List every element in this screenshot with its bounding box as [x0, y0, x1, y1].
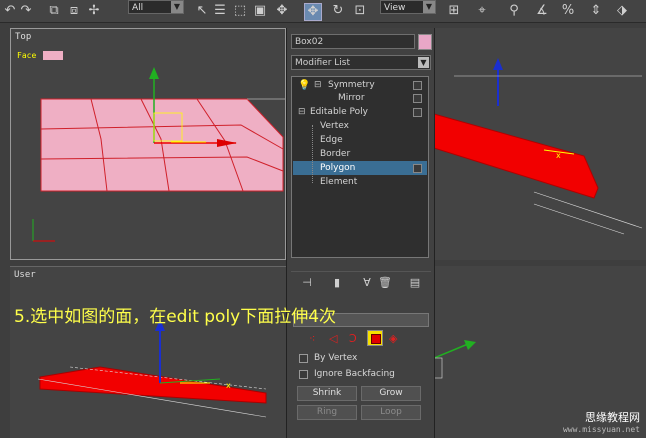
viewport-perspective[interactable]: x	[434, 28, 646, 260]
configure-modifier-sets-icon[interactable]: ▤	[407, 275, 423, 291]
border-level-icon[interactable]: Ↄ	[349, 332, 357, 345]
rectangular-selection-icon[interactable]: ⬚	[232, 3, 248, 19]
stack-item-symmetry[interactable]: Symmetry	[328, 79, 375, 92]
symmetry-toggle[interactable]	[413, 81, 422, 90]
stack-item-border[interactable]: Border	[320, 148, 350, 161]
stack-item-polygon[interactable]: Polygon	[320, 162, 355, 175]
vertex-level-icon[interactable]: ⁖	[309, 332, 315, 345]
by-vertex-checkbox[interactable]	[299, 354, 308, 363]
undo-icon[interactable]: ↶	[2, 3, 18, 19]
unlink-icon[interactable]: ⧈	[66, 3, 82, 19]
selection-filter-dropdown[interactable]: All ▼	[128, 0, 184, 14]
select-manipulate-icon[interactable]: ⌖	[474, 3, 490, 19]
stack-tree-line	[312, 125, 314, 183]
viewport-user[interactable]: User x	[10, 266, 286, 438]
chevron-down-icon: ▼	[418, 57, 429, 68]
chevron-down-icon: ▼	[423, 1, 435, 13]
tutorial-caption: 5.选中如图的面，在edit poly下面拉伸4次	[14, 307, 337, 327]
redo-icon[interactable]: ↷	[18, 3, 34, 19]
top-viewport-mesh	[32, 67, 285, 242]
angle-snap-icon[interactable]: ∡	[534, 3, 550, 19]
ignore-backfacing-label: Ignore Backfacing	[314, 369, 395, 379]
select-move-icon-left[interactable]: ✥	[274, 3, 290, 19]
object-color-swatch[interactable]	[418, 34, 432, 50]
watermark-title: 思缘教程网	[585, 411, 640, 424]
percent-snap-icon[interactable]: %	[560, 3, 576, 19]
main-toolbar: ↶ ↷ ⧉ ⧈ ✢ All ▼ ↖ ☰ ⬚ ▣ ✥ ✥ ↻ ⊡ View ▼ ⊞…	[0, 0, 646, 23]
viewport-top[interactable]: Top Face	[10, 28, 286, 260]
watermark-url: www.missyuan.net	[562, 425, 640, 434]
select-object-icon[interactable]: ↖	[194, 3, 210, 19]
select-by-name-icon[interactable]: ☰	[212, 3, 228, 19]
svg-text:x: x	[226, 381, 231, 390]
lightbulb-icon[interactable]: 💡	[298, 80, 310, 91]
snap-toggle-icon[interactable]: ⚲	[506, 3, 522, 19]
named-selection-icon[interactable]: ⬗	[614, 3, 630, 19]
spinner-snap-icon[interactable]: ⇕	[588, 3, 604, 19]
pin-stack-icon[interactable]: ⊣	[299, 275, 315, 291]
stack-controls: ⊣ ▮ ∀ 🗑 ▤	[291, 271, 431, 292]
collapse-icon[interactable]: ⊟	[298, 107, 306, 117]
svg-text:x: x	[556, 151, 561, 160]
subobject-level-buttons: ⁖ ◁ Ↄ ◈	[301, 330, 411, 348]
perspective-viewport-mesh: x	[434, 58, 643, 235]
editable-poly-toggle[interactable]	[413, 108, 422, 117]
stack-item-vertex[interactable]: Vertex	[320, 120, 349, 133]
bind-space-warp-icon[interactable]: ✢	[86, 3, 102, 19]
by-vertex-label: By Vertex	[314, 353, 358, 363]
modifier-list-dropdown[interactable]: Modifier List ▼	[291, 55, 431, 70]
stack-item-element[interactable]: Element	[320, 176, 357, 189]
window-crossing-icon[interactable]: ▣	[252, 3, 268, 19]
watermark: 思缘教程网 www.missyuan.net	[563, 409, 640, 434]
stack-item-editable-poly[interactable]: Editable Poly	[310, 106, 368, 119]
object-name-field[interactable]: Box02	[291, 34, 415, 49]
remove-modifier-icon[interactable]: 🗑	[377, 275, 393, 291]
user-viewport-mesh: x	[37, 319, 267, 418]
shrink-button[interactable]: Shrink	[297, 386, 357, 401]
modifier-stack[interactable]: 💡 ⊟ Symmetry Mirror ⊟ Editable Poly Vert…	[291, 76, 429, 258]
pivot-center-icon[interactable]: ⊞	[446, 3, 462, 19]
select-move-icon[interactable]: ✥	[304, 3, 322, 21]
stack-item-edge[interactable]: Edge	[320, 134, 343, 147]
collapse-icon[interactable]: ⊟	[314, 80, 322, 90]
stack-item-mirror[interactable]: Mirror	[338, 92, 365, 105]
reference-coordinate-dropdown[interactable]: View ▼	[380, 0, 436, 14]
chevron-down-icon: ▼	[171, 1, 183, 13]
polygon-toggle[interactable]	[413, 164, 422, 173]
ignore-backfacing-checkbox[interactable]	[299, 370, 308, 379]
polygon-level-icon[interactable]	[367, 330, 383, 346]
mirror-toggle[interactable]	[413, 94, 422, 103]
show-end-result-icon[interactable]: ▮	[329, 275, 345, 291]
loop-button[interactable]: Loop	[361, 405, 421, 420]
select-scale-icon[interactable]: ⊡	[352, 3, 368, 19]
ring-button[interactable]: Ring	[297, 405, 357, 420]
edge-level-icon[interactable]: ◁	[329, 332, 337, 345]
element-level-icon[interactable]: ◈	[389, 332, 397, 345]
select-rotate-icon[interactable]: ↻	[330, 3, 346, 19]
select-link-icon[interactable]: ⧉	[46, 3, 62, 19]
make-unique-icon[interactable]: ∀	[359, 275, 375, 291]
grow-button[interactable]: Grow	[361, 386, 421, 401]
command-panel: Box02 Modifier List ▼ 💡 ⊟ Symmetry Mirro…	[286, 28, 435, 438]
